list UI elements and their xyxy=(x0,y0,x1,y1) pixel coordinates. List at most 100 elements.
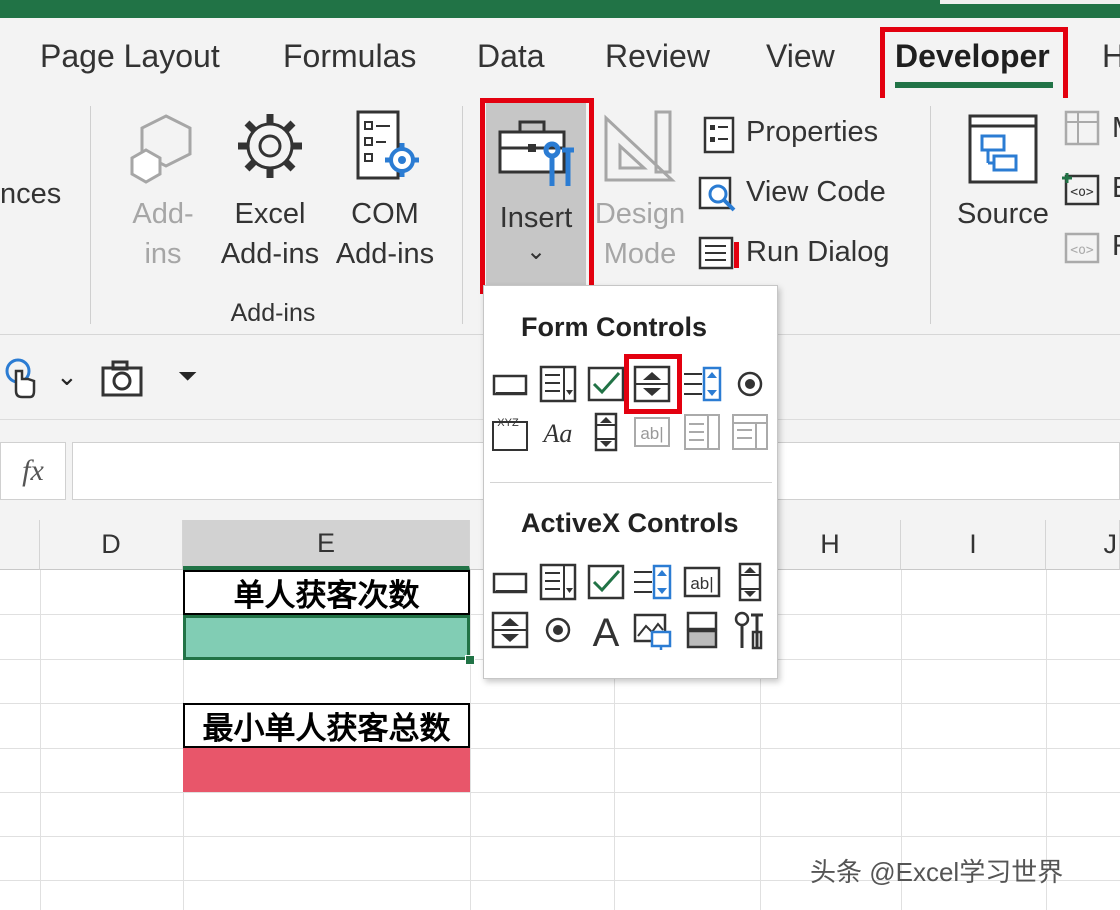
xml-export-icon: <o> xyxy=(1062,173,1100,206)
tab-home-partial[interactable]: H xyxy=(1102,38,1120,75)
properties-icon xyxy=(703,116,735,154)
column-header-i[interactable]: I xyxy=(901,520,1046,570)
text-field-icon[interactable]: ab| xyxy=(632,412,672,452)
addins-label: Add- ins xyxy=(132,198,194,270)
cell-e-red[interactable] xyxy=(183,748,470,792)
gear-icon xyxy=(238,114,302,178)
partial-label: M xyxy=(1112,112,1120,145)
activex-spin-button-icon[interactable] xyxy=(490,610,530,650)
column-header-d[interactable]: D xyxy=(40,520,183,570)
list-box-icon[interactable] xyxy=(682,364,722,404)
properties-button[interactable]: Properties xyxy=(698,112,898,156)
form-controls-title: Form Controls xyxy=(521,312,707,342)
tab-review[interactable]: Review xyxy=(605,38,710,75)
xml-refresh-icon: <o> xyxy=(1064,232,1100,264)
group-separator xyxy=(462,106,463,324)
combo-drop-down-edit-icon[interactable] xyxy=(730,412,770,452)
command-button-icon[interactable] xyxy=(490,562,530,602)
cell-e-title-count[interactable]: 单人获客次数 xyxy=(183,570,470,615)
triangle-ruler-icon xyxy=(604,110,676,182)
svg-text:ab|: ab| xyxy=(690,574,713,593)
activex-toggle-button-icon[interactable] xyxy=(682,610,722,650)
activex-text-box-icon[interactable]: ab| xyxy=(682,562,722,602)
developer-tab-highlight xyxy=(880,27,1068,103)
tab-formulas[interactable]: Formulas xyxy=(283,38,416,75)
addins-icon xyxy=(130,114,192,184)
partial-label: R xyxy=(1112,230,1120,263)
row-line xyxy=(0,792,1120,793)
run-dialog-icon xyxy=(698,236,739,270)
fill-handle[interactable] xyxy=(465,655,475,665)
row-line xyxy=(0,748,1120,749)
refresh-data-button[interactable]: <o> R xyxy=(1062,226,1120,270)
activex-option-button-icon[interactable] xyxy=(538,610,578,650)
col-line xyxy=(40,570,41,910)
spin-button-highlight xyxy=(624,354,682,414)
source-button[interactable]: Source xyxy=(950,108,1056,278)
group-separator xyxy=(90,106,91,324)
run-dialog-button[interactable]: Run Dialog xyxy=(698,232,908,276)
com-addins-icon xyxy=(356,110,419,180)
touch-mode-icon[interactable] xyxy=(4,357,38,401)
group-separator xyxy=(930,106,931,324)
excel-addins-label: Excel Add-ins xyxy=(220,198,320,270)
view-code-icon xyxy=(698,176,736,212)
section-divider xyxy=(490,482,772,483)
customize-toolbar-icon[interactable]: ⏷ xyxy=(178,363,197,391)
addins-group-label: Add-ins xyxy=(230,299,316,327)
properties-label: Properties xyxy=(746,116,879,148)
view-code-button[interactable]: View Code xyxy=(698,172,898,216)
svg-text:A: A xyxy=(593,611,620,650)
svg-text:ab|: ab| xyxy=(640,424,663,443)
source-label: Source xyxy=(957,198,1049,230)
window-edge xyxy=(940,0,1120,4)
tab-view[interactable]: View xyxy=(766,38,835,75)
addins-button[interactable]: Add- ins xyxy=(118,108,208,278)
svg-text:Aa: Aa xyxy=(542,419,573,448)
activex-combo-box-icon[interactable] xyxy=(538,562,578,602)
xml-source-icon xyxy=(968,114,1038,184)
activex-controls-title: ActiveX Controls xyxy=(521,508,739,538)
svg-text:<o>: <o> xyxy=(1070,185,1094,200)
scroll-bar-icon[interactable] xyxy=(586,412,626,452)
combo-list-edit-icon[interactable] xyxy=(682,412,722,452)
insert-controls-dropdown: Form Controls XYZ Aa ab| ActiveX Control… xyxy=(483,285,778,679)
view-code-label: View Code xyxy=(746,176,886,208)
tab-page-layout[interactable]: Page Layout xyxy=(40,38,220,75)
camera-icon[interactable] xyxy=(100,359,144,399)
expansion-packs-button[interactable]: <o> E xyxy=(1062,168,1120,212)
insert-function-button[interactable]: fx xyxy=(0,442,66,500)
more-controls-icon[interactable] xyxy=(730,610,770,650)
com-addins-button[interactable]: COM Add-ins xyxy=(330,108,440,278)
group-box-icon[interactable]: XYZ xyxy=(490,412,530,452)
button-control-icon[interactable] xyxy=(490,364,530,404)
design-mode-button[interactable]: Design Mode xyxy=(592,108,688,278)
chevron-down-icon[interactable]: ⌄ xyxy=(56,361,78,392)
column-header-partial[interactable] xyxy=(0,520,40,570)
column-header-e[interactable]: E xyxy=(183,520,470,570)
activex-label-icon[interactable]: A xyxy=(586,610,626,650)
design-mode-label: Design Mode xyxy=(594,198,686,270)
row-line xyxy=(0,703,1120,704)
activex-check-box-icon[interactable] xyxy=(586,562,626,602)
watermark-text: 头条 @Excel学习世界 xyxy=(810,857,1064,887)
com-addins-label: COM Add-ins xyxy=(335,198,435,270)
activex-scroll-bar-icon[interactable] xyxy=(730,562,770,602)
activex-image-icon[interactable] xyxy=(632,610,672,650)
map-properties-icon xyxy=(1064,110,1100,146)
excel-addins-button[interactable]: Excel Add-ins xyxy=(216,108,324,278)
svg-text:<o>: <o> xyxy=(1070,243,1094,258)
map-properties-button[interactable]: M xyxy=(1062,108,1120,152)
activex-list-box-icon[interactable] xyxy=(632,562,672,602)
combo-box-icon[interactable] xyxy=(538,364,578,404)
check-box-icon[interactable] xyxy=(586,364,626,404)
column-header-h[interactable]: H xyxy=(760,520,901,570)
column-header-j[interactable]: J xyxy=(1046,520,1120,570)
row-line xyxy=(0,836,1120,837)
tab-data[interactable]: Data xyxy=(477,38,545,75)
cell-e-selected-green[interactable] xyxy=(183,615,470,660)
cell-e-title-min[interactable]: 最小单人获客总数 xyxy=(183,703,470,748)
option-button-icon[interactable] xyxy=(730,364,770,404)
insert-highlight xyxy=(480,98,594,294)
label-control-icon[interactable]: Aa xyxy=(538,412,578,452)
